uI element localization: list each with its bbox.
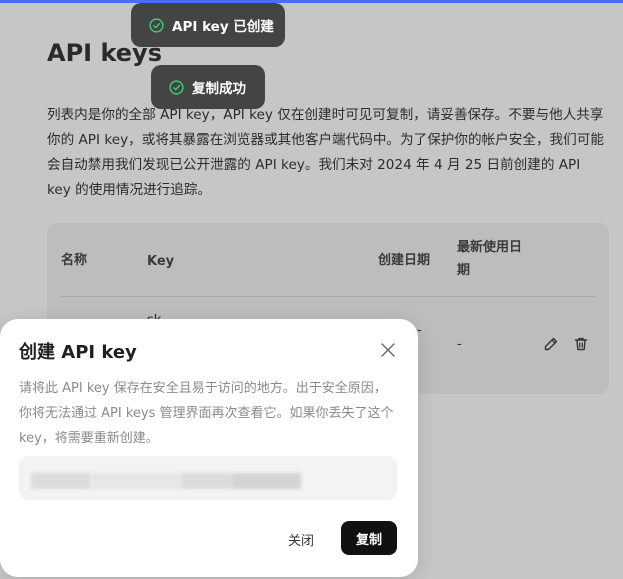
close-icon[interactable] <box>380 342 396 358</box>
redacted-key-segment <box>231 473 301 489</box>
dialog-description: 请将此 API key 保存在安全且易于访问的地方。出于安全原因，你将无法通过 … <box>19 381 394 446</box>
redacted-key-segment <box>31 473 91 489</box>
create-api-key-dialog: 创建 API key 请将此 API key 保存在安全且易于访问的地方。出于安… <box>0 319 418 577</box>
api-key-value-field[interactable] <box>19 456 397 500</box>
column-header-key: Key <box>147 254 175 269</box>
row-last-used: - <box>457 337 462 352</box>
check-circle-icon <box>149 17 164 33</box>
redacted-key-segment <box>91 473 181 489</box>
toast-key-created: API key 已创建 <box>131 3 285 47</box>
check-circle-icon <box>169 79 184 95</box>
column-header-created: 创建日期 <box>378 253 431 268</box>
dialog-title: 创建 API key <box>19 342 137 363</box>
column-header-last-used: 最新使用日期 <box>457 240 523 278</box>
edit-icon[interactable] <box>543 336 559 352</box>
toast-text: 复制成功 <box>192 81 246 97</box>
redacted-key-segment <box>181 473 231 489</box>
copy-button[interactable]: 复制 <box>341 521 397 555</box>
column-header-name: 名称 <box>61 253 88 268</box>
close-button[interactable]: 关闭 <box>279 522 323 556</box>
toast-copied: 复制成功 <box>151 65 265 109</box>
delete-icon[interactable] <box>573 336 589 352</box>
table-divider <box>61 296 595 297</box>
toast-text: API key 已创建 <box>172 19 274 35</box>
page-description: 列表内是你的全部 API key，API key 仅在创建时可见可复制，请妥善保… <box>47 107 604 198</box>
